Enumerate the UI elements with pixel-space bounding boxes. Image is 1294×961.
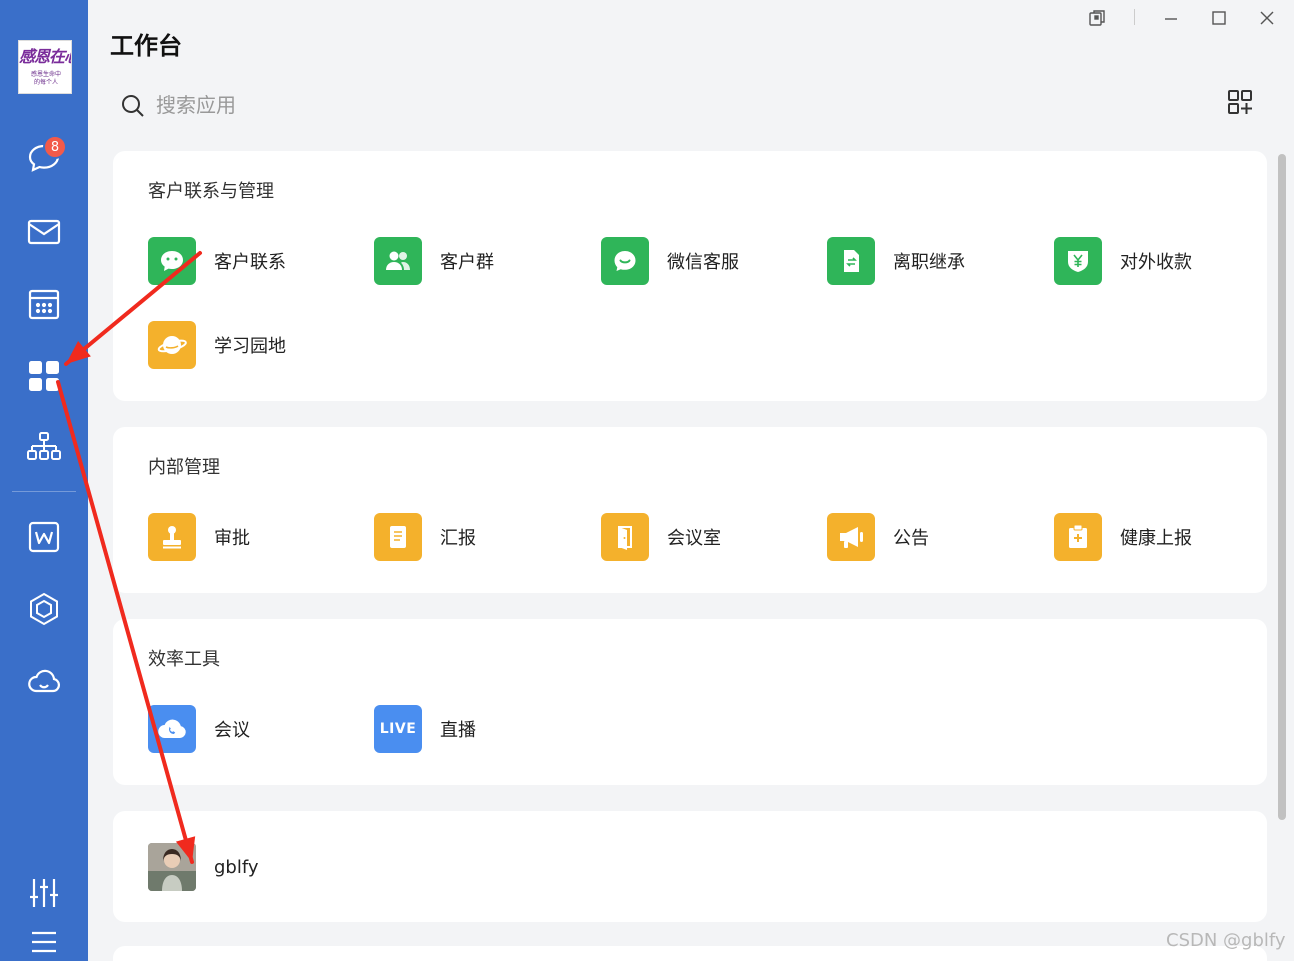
calendar-icon	[28, 289, 60, 320]
mail-icon	[27, 219, 61, 245]
section-title: 效率工具	[148, 649, 220, 670]
page-title: 工作台	[110, 32, 182, 60]
app-label: 直播	[440, 720, 476, 741]
sidebar-item-docs[interactable]	[24, 517, 64, 557]
user-avatar	[148, 843, 196, 891]
transfer-doc-icon	[827, 237, 875, 285]
app-wechat-service[interactable]: 微信客服	[601, 237, 739, 285]
group-icon	[374, 237, 422, 285]
app-label: 客户群	[440, 252, 494, 273]
section-title: 内部管理	[148, 457, 220, 478]
section-efficiency-tools: 效率工具 会议 LIVE 直播	[113, 619, 1267, 785]
app-label: 汇报	[440, 528, 476, 549]
search-input[interactable]	[156, 88, 656, 122]
cloud-phone-icon	[148, 705, 196, 753]
live-icon: LIVE	[374, 705, 422, 753]
sidebar-item-mail[interactable]	[24, 212, 64, 252]
service-chat-icon	[601, 237, 649, 285]
cloud-icon	[28, 669, 60, 693]
app-learning-garden[interactable]: 学习园地	[148, 321, 286, 369]
minimize-button[interactable]	[1159, 6, 1183, 30]
section-internal-management: 内部管理 审批 汇报 会议室 公告 健康上报	[113, 427, 1267, 593]
close-button[interactable]	[1255, 6, 1279, 30]
sidebar-item-workspace[interactable]	[24, 589, 64, 629]
sidebar-item-settings[interactable]	[24, 873, 64, 913]
scrollbar-thumb[interactable]	[1278, 154, 1286, 820]
planet-icon	[148, 321, 196, 369]
app-approval[interactable]: 审批	[148, 513, 250, 561]
wechat-icon	[148, 237, 196, 285]
add-app-button[interactable]	[1226, 88, 1254, 116]
maximize-button[interactable]	[1207, 6, 1231, 30]
app-live[interactable]: LIVE 直播	[374, 705, 476, 753]
stamp-icon	[148, 513, 196, 561]
sidebar-item-menu[interactable]	[24, 921, 64, 961]
profile-logo[interactable]: 感恩在心 感恩生命中的每个人	[18, 40, 72, 94]
grid-add-icon	[1228, 90, 1252, 114]
cube-icon	[30, 592, 58, 626]
logo-text: 感恩在心	[19, 47, 71, 66]
sidebar-item-contacts[interactable]	[24, 428, 64, 468]
app-report[interactable]: 汇报	[374, 513, 476, 561]
minimize-icon	[1165, 18, 1177, 20]
app-gblfy[interactable]: gblfy	[148, 843, 259, 891]
app-label: 微信客服	[667, 252, 739, 273]
watermark: CSDN @gblfy	[1166, 930, 1286, 951]
apps-grid-icon	[29, 361, 59, 391]
app-label: 审批	[214, 528, 250, 549]
close-icon	[1260, 11, 1274, 25]
app-label: 客户联系	[214, 252, 286, 273]
health-clipboard-icon	[1054, 513, 1102, 561]
sidebar-item-cloud[interactable]	[24, 661, 64, 701]
search-icon	[120, 93, 146, 119]
section-title: 客户联系与管理	[148, 181, 274, 202]
live-icon-text: LIVE	[379, 721, 417, 737]
section-custom-apps: gblfy	[113, 811, 1267, 922]
logo-subtext: 感恩生命中的每个人	[30, 71, 61, 86]
app-label: 离职继承	[893, 252, 965, 273]
sidebar-item-workbench[interactable]	[24, 356, 64, 396]
app-meeting-room[interactable]: 会议室	[601, 513, 721, 561]
app-label: 公告	[893, 528, 929, 549]
maximize-icon	[1212, 11, 1226, 25]
app-label: 会议室	[667, 528, 721, 549]
pin-window-icon	[1089, 10, 1105, 26]
org-chart-icon	[27, 432, 61, 460]
report-icon	[374, 513, 422, 561]
app-label: 对外收款	[1120, 252, 1192, 273]
sidebar-item-calendar[interactable]	[24, 284, 64, 324]
door-icon	[601, 513, 649, 561]
hamburger-icon	[32, 931, 56, 953]
sliders-icon	[30, 879, 58, 907]
app-label: gblfy	[214, 856, 259, 878]
app-external-payment[interactable]: 对外收款	[1054, 237, 1192, 285]
app-resign-inherit[interactable]: 离职继承	[827, 237, 965, 285]
app-label: 会议	[214, 720, 250, 741]
app-customer-contact[interactable]: 客户联系	[148, 237, 286, 285]
app-health-report[interactable]: 健康上报	[1054, 513, 1192, 561]
titlebar-separator	[1134, 9, 1135, 25]
app-meeting[interactable]: 会议	[148, 705, 250, 753]
app-label: 健康上报	[1120, 528, 1192, 549]
yen-shield-icon	[1054, 237, 1102, 285]
app-customer-group[interactable]: 客户群	[374, 237, 494, 285]
app-label: 学习园地	[214, 336, 286, 357]
section-partial	[113, 946, 1267, 961]
sidebar-divider	[12, 491, 76, 492]
w-doc-icon	[28, 521, 60, 553]
app-announcement[interactable]: 公告	[827, 513, 929, 561]
section-customer-management: 客户联系与管理 客户联系 客户群 微信客服 离职继承 对外收款 学习园地	[113, 151, 1267, 401]
sidebar: 感恩在心 感恩生命中的每个人 8	[0, 0, 88, 961]
pin-window-button[interactable]	[1085, 6, 1109, 30]
unread-badge: 8	[43, 135, 67, 159]
megaphone-icon	[827, 513, 875, 561]
